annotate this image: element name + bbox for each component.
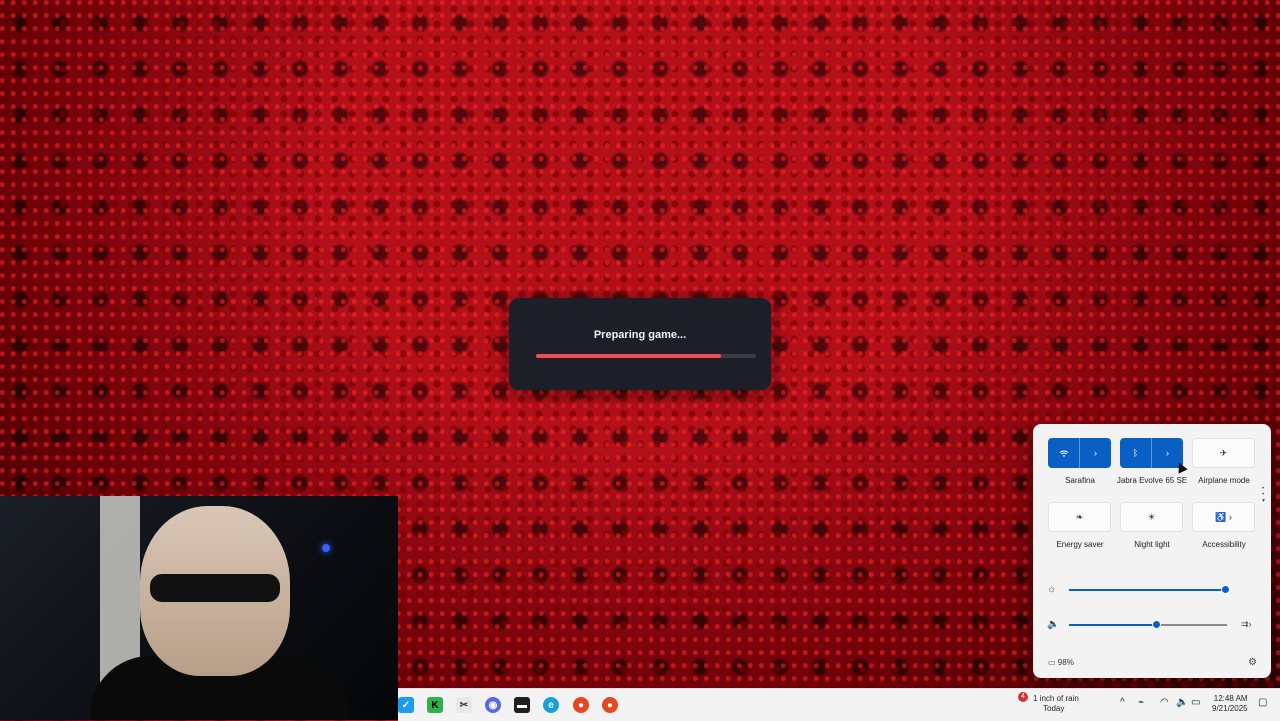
twitter-app-icon[interactable]: ✓ (398, 697, 414, 713)
accessibility-icon: ♿ › (1215, 511, 1232, 522)
airplane-icon: ✈ (1219, 447, 1228, 458)
wifi-icon[interactable] (1048, 438, 1079, 468)
volume-tray-icon[interactable]: 🔈 (1176, 697, 1188, 708)
taskbar: ✓ K ✂ ◉ ▬ e ● ● 1 inch of rain Today 4 ^… (398, 688, 1280, 721)
audio-output-icon[interactable]: ⇉› (1241, 619, 1252, 630)
preparing-game-text: Preparing game... (593, 329, 687, 341)
clock-date: 9/21/2025 (1212, 704, 1248, 713)
night-light-tile[interactable]: ☀ (1120, 502, 1183, 532)
brightness-slider[interactable] (1069, 585, 1231, 594)
volume-slider-fill (1069, 624, 1156, 626)
battery-percent: 98% (1057, 658, 1074, 667)
clock-time: 12:48 AM (1213, 694, 1248, 703)
weather-day: Today (1043, 704, 1065, 713)
battery-status[interactable]: ▭ 98% (1048, 658, 1074, 667)
volume-slider[interactable] (1069, 620, 1227, 629)
game-launcher-icon[interactable]: ● (573, 697, 589, 713)
airplane-tile[interactable]: ✈ (1192, 438, 1255, 468)
bluetooth-tile-label: Jabra Evolve 65 SE (1116, 476, 1188, 485)
accessibility-tile[interactable]: ♿ › (1192, 502, 1255, 532)
kick-app-icon[interactable]: K (427, 697, 443, 713)
speaker-icon[interactable]: 🔈 (1047, 619, 1059, 630)
energy-saver-label: Energy saver (1056, 540, 1104, 549)
brightness-slider-thumb[interactable] (1221, 585, 1231, 594)
wifi-tile-label: Sarafina (1065, 476, 1095, 485)
snipping-tool-icon[interactable]: ✂ (456, 697, 472, 713)
energy-saver-tile[interactable]: ❧ (1048, 502, 1111, 532)
airplane-tile-label: Airplane mode (1198, 476, 1250, 485)
game-launcher-2-icon[interactable]: ● (602, 697, 618, 713)
webcam-overlay (0, 496, 398, 720)
webcam-blue-light (322, 544, 330, 552)
wifi-tile[interactable]: › (1048, 438, 1111, 468)
weather-badge: 4 (1018, 692, 1028, 702)
brightness-icon: ☼ (1047, 584, 1057, 595)
volume-slider-thumb[interactable] (1151, 620, 1161, 629)
preparing-game-dialog: Preparing game... (509, 298, 771, 390)
battery-icon: ▭ (1048, 658, 1056, 667)
preparing-progress-track (536, 354, 756, 358)
brightness-slider-fill (1069, 589, 1226, 591)
battery-tray-icon[interactable]: ▭ (1191, 697, 1200, 708)
night-light-icon: ☀ (1147, 511, 1156, 522)
accessibility-label: Accessibility (1202, 540, 1246, 549)
discord-app-icon[interactable]: ◉ (485, 697, 501, 713)
webcam-sunglasses (150, 574, 280, 602)
terminal-app-icon[interactable]: ▬ (514, 697, 530, 713)
wifi-tray-icon[interactable]: ◠ (1160, 697, 1169, 708)
preparing-progress-fill (536, 354, 721, 358)
settings-gear-icon[interactable]: ⚙ (1248, 657, 1257, 668)
wifi-expand-chevron-icon[interactable]: › (1079, 438, 1111, 468)
chevron-up-icon[interactable]: ^ (1120, 697, 1125, 708)
leaf-icon: ❧ (1075, 511, 1084, 522)
notification-icon[interactable]: ▢ (1258, 697, 1267, 708)
night-light-label: Night light (1134, 540, 1170, 549)
clock[interactable]: 12:48 AM 9/21/2025 (1212, 694, 1248, 714)
network-tray-icon[interactable]: ⌁ (1138, 697, 1144, 708)
quick-settings-panel: › Sarafina ᛒ › Jabra Evolve 65 SE ✈ Airp… (1033, 424, 1271, 678)
edge-browser-icon[interactable]: e (543, 697, 559, 713)
page-dots-indicator[interactable]: • • ▾ (1262, 486, 1265, 504)
bluetooth-icon[interactable]: ᛒ (1120, 438, 1151, 468)
